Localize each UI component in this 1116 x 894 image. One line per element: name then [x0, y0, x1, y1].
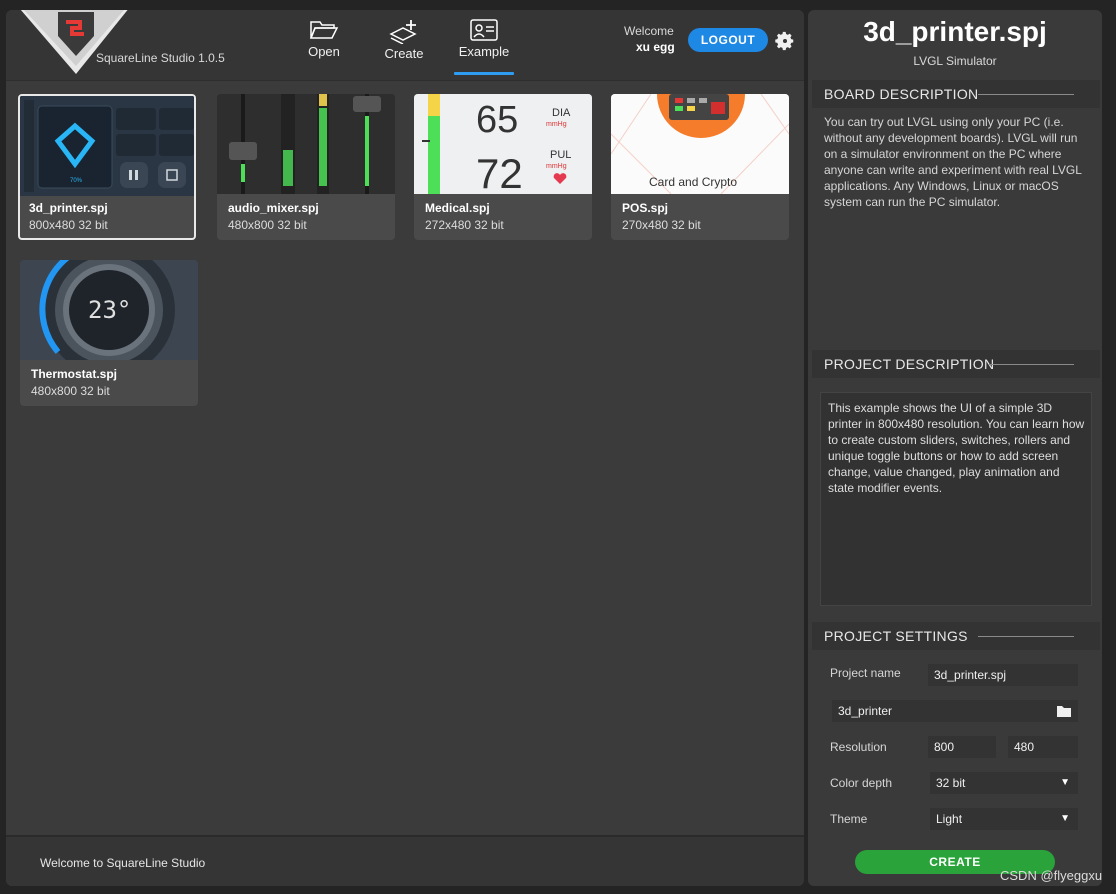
project-card-3d-printer[interactable]: 70% 3d_printer.spj 800x480 32 bit	[18, 94, 196, 240]
color-depth-select[interactable]: 32 bit ▼	[930, 772, 1078, 794]
project-name: Medical.spj	[425, 201, 490, 215]
thumb-thermo-temp: 23°	[88, 296, 131, 324]
resolution-width-input[interactable]: 800	[928, 736, 996, 758]
detail-subtitle: LVGL Simulator	[913, 54, 997, 68]
welcome-label: Welcome	[624, 24, 674, 38]
project-card-thermostat[interactable]: 23° Thermostat.spj 480x800 32 bit	[20, 260, 198, 406]
project-meta: 480x800 32 bit	[31, 384, 110, 398]
watermark: CSDN @flyeggxu	[1000, 868, 1103, 883]
example-card-icon	[470, 19, 498, 41]
gear-icon[interactable]	[774, 30, 796, 52]
create-layer-icon	[389, 20, 417, 44]
project-settings-header: PROJECT SETTINGS	[812, 622, 1100, 650]
thumb-medical-l1: DIA	[552, 107, 571, 119]
project-description-header: PROJECT DESCRIPTION	[812, 350, 1100, 378]
project-description-box[interactable]: This example shows the UI of a simple 3D…	[820, 392, 1092, 606]
section-rule	[978, 636, 1074, 637]
example-grid: 70% 3d_printer.spj 800x480 32 bit audio_…	[6, 81, 804, 835]
project-name: Thermostat.spj	[31, 367, 118, 381]
project-detail-panel: 3d_printer.spj LVGL Simulator BOARD DESC…	[808, 10, 1102, 886]
project-meta: 272x480 32 bit	[425, 218, 504, 232]
dropdown-arrow-icon: ▼	[1060, 813, 1070, 824]
thumb-pos-title: Card and Crypto	[649, 175, 737, 189]
theme-select[interactable]: Light ▼	[930, 808, 1078, 830]
project-card-pos[interactable]: Card and Crypto POS.spj 270x480 32 bit	[611, 94, 789, 240]
nav-example-button[interactable]: Example	[452, 18, 516, 75]
footer-message: Welcome to SquareLine Studio	[40, 856, 206, 870]
active-tab-indicator	[454, 72, 514, 75]
nav-create-button[interactable]: Create	[372, 18, 436, 74]
nav-create-label: Create	[384, 46, 424, 61]
nav-open-button[interactable]: Open	[292, 18, 356, 74]
project-name: audio_mixer.spj	[228, 201, 319, 215]
logout-button[interactable]: LOGOUT	[688, 28, 768, 52]
project-description-text: This example shows the UI of a simple 3D…	[828, 401, 1085, 495]
project-card-medical[interactable]: 65 DIA mmHg 72 PUL mmHg Medical.spj 272x…	[414, 94, 592, 240]
project-browser-dialog: SquareLine Studio 1.0.5 Open Create Exam…	[6, 10, 804, 886]
header-bar: SquareLine Studio 1.0.5 Open Create Exam…	[6, 10, 804, 80]
app-version-title: SquareLine Studio 1.0.5	[96, 51, 225, 65]
thumb-medical-v2: 72	[476, 150, 523, 194]
project-card-audio-mixer[interactable]: audio_mixer.spj 480x800 32 bit	[217, 94, 395, 240]
section-title: PROJECT SETTINGS	[824, 628, 968, 644]
resolution-label: Resolution	[830, 740, 887, 754]
board-description-header: BOARD DESCRIPTION	[812, 80, 1100, 108]
squareline-logo	[14, 10, 134, 78]
nav-open-label: Open	[308, 44, 340, 59]
project-meta: 800x480 32 bit	[29, 218, 108, 232]
thumbnail-thermostat: 23°	[20, 260, 198, 360]
folder-icon[interactable]	[1056, 704, 1072, 718]
thumb-medical-u2: mmHg	[546, 163, 567, 170]
theme-value: Light	[936, 812, 963, 826]
project-name: 3d_printer.spj	[29, 201, 108, 215]
project-folder-value: 3d_printer	[838, 704, 893, 718]
section-title: PROJECT DESCRIPTION	[824, 356, 995, 372]
resolution-height-input[interactable]: 480	[1008, 736, 1078, 758]
color-depth-label: Color depth	[830, 776, 893, 790]
thumb-medical-u1: mmHg	[546, 121, 567, 128]
section-title: BOARD DESCRIPTION	[824, 86, 979, 102]
project-folder-input[interactable]: 3d_printer	[832, 700, 1078, 722]
project-name-input[interactable]: 3d_printer.spj	[928, 664, 1078, 686]
color-depth-value: 32 bit	[936, 776, 966, 790]
thumb-printer-pct: 70%	[70, 178, 83, 184]
project-name: POS.spj	[622, 201, 669, 215]
project-meta: 270x480 32 bit	[622, 218, 701, 232]
detail-title: 3d_printer.spj	[863, 16, 1047, 47]
folder-open-icon	[309, 21, 339, 39]
status-footer: Welcome to SquareLine Studio	[6, 835, 804, 886]
thumb-medical-v1: 65	[476, 99, 518, 141]
nav-example-label: Example	[458, 44, 510, 59]
section-rule	[988, 364, 1074, 365]
project-meta: 480x800 32 bit	[228, 218, 307, 232]
section-rule	[978, 94, 1074, 95]
project-name-label: Project name	[830, 666, 901, 680]
dropdown-arrow-icon: ▼	[1060, 777, 1070, 788]
username: xu egg	[636, 40, 675, 54]
thumbnail-3d-printer: 70%	[20, 96, 194, 196]
thumbnail-pos: Card and Crypto	[611, 94, 789, 194]
theme-label: Theme	[830, 812, 868, 826]
thumbnail-audio-mixer	[217, 94, 395, 194]
thumbnail-medical: 65 DIA mmHg 72 PUL mmHg	[414, 94, 592, 194]
thumb-medical-l2: PUL	[550, 149, 571, 161]
board-description-text: You can try out LVGL using only your PC …	[824, 115, 1082, 209]
